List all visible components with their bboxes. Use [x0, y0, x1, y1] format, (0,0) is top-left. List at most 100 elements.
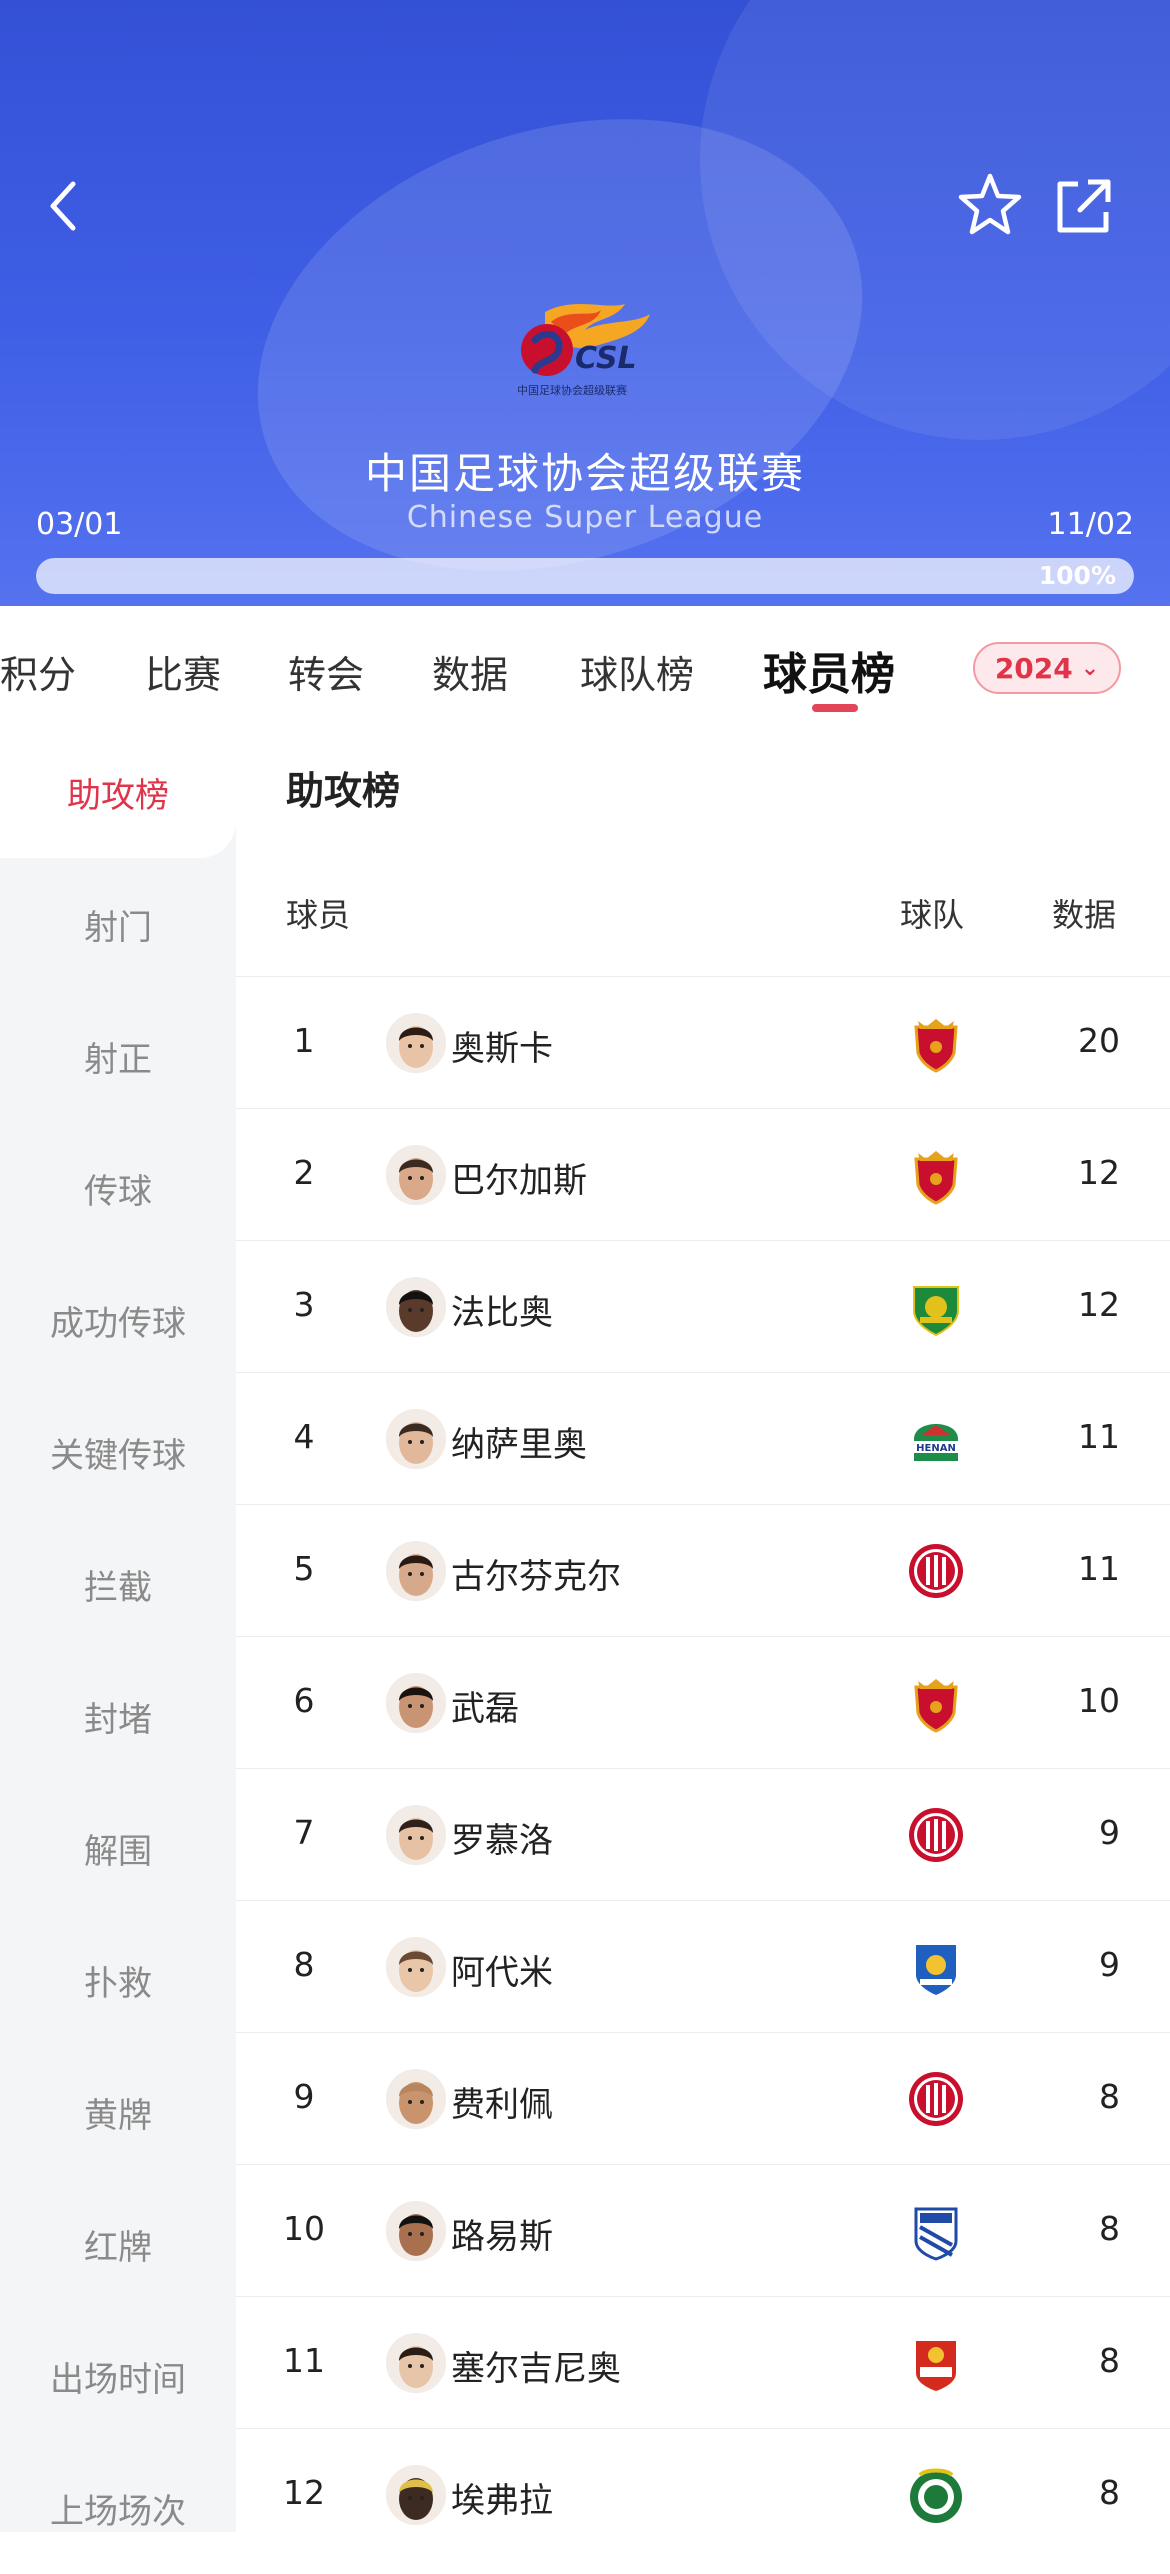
- stat-value: 8: [1099, 2473, 1120, 2512]
- season-label: 2024: [994, 651, 1073, 685]
- favorite-button[interactable]: [955, 170, 1025, 240]
- player-avatar: [386, 1409, 446, 1469]
- player-name[interactable]: 武磊: [451, 1681, 519, 1730]
- player-name[interactable]: 古尔芬克尔: [451, 1549, 621, 1598]
- player-name[interactable]: 费利佩: [451, 2077, 553, 2126]
- stat-value: 10: [1078, 1681, 1120, 1720]
- player-name[interactable]: 阿代米: [451, 1945, 553, 1994]
- sidebar-item-passes[interactable]: 传球: [0, 1122, 236, 1254]
- tab-stats[interactable]: 数据: [432, 644, 508, 699]
- table-row[interactable]: 9 费利佩 8: [236, 2032, 1170, 2165]
- svg-text:中国足球协会超级联赛: 中国足球协会超级联赛: [517, 383, 627, 397]
- tab-matches[interactable]: 比赛: [145, 644, 221, 699]
- tab-player-rankings[interactable]: 球员榜: [763, 638, 895, 702]
- player-name[interactable]: 纳萨里奥: [451, 1417, 587, 1466]
- stat-value: 9: [1099, 1945, 1120, 1984]
- column-header-data: 数据: [1052, 896, 1117, 934]
- table-row[interactable]: 11 塞尔吉尼奥 8: [236, 2296, 1170, 2429]
- star-icon: [958, 173, 1022, 235]
- season-progress-bar: 100%: [36, 558, 1134, 594]
- active-tab-indicator: [812, 704, 858, 712]
- stat-value: 12: [1078, 1153, 1120, 1192]
- table-row[interactable]: 5 古尔芬克尔 11: [236, 1504, 1170, 1637]
- chevron-left-icon: [50, 181, 76, 231]
- tab-standings[interactable]: 积分: [0, 644, 76, 699]
- player-avatar: [386, 2201, 446, 2261]
- league-title: 中国足球协会超级联赛: [364, 449, 805, 498]
- share-button[interactable]: [1052, 176, 1114, 238]
- chengdu-rongcheng-crest-icon[interactable]: [906, 1805, 966, 1865]
- stat-value: 8: [1099, 2209, 1120, 2248]
- player-name[interactable]: 塞尔吉尼奥: [451, 2341, 621, 2390]
- stat-value: 8: [1099, 2341, 1120, 2380]
- player-name[interactable]: 奥斯卡: [451, 1021, 553, 1070]
- player-rank: 11: [283, 2341, 325, 2380]
- table-row[interactable]: 3 法比奥 12: [236, 1240, 1170, 1373]
- tab-team-rankings[interactable]: 球队榜: [580, 644, 694, 699]
- beijing-guoan-crest-icon[interactable]: [906, 1277, 966, 1337]
- player-rank: 12: [283, 2473, 325, 2512]
- csl-logo: CSL 中国足球协会超级联赛: [505, 300, 665, 400]
- svg-text:HENAN: HENAN: [916, 1443, 956, 1454]
- chengdu-rongcheng-crest-icon[interactable]: [906, 1541, 966, 1601]
- player-name[interactable]: 路易斯: [451, 2209, 553, 2258]
- shanghai-port-crest-icon[interactable]: [906, 1013, 966, 1073]
- sidebar-item-successful-passes[interactable]: 成功传球: [0, 1254, 236, 1386]
- season-progress-label: 100%: [1038, 561, 1116, 590]
- section-title: 助攻榜: [286, 769, 401, 813]
- player-name[interactable]: 埃弗拉: [451, 2473, 553, 2522]
- sidebar-item-saves[interactable]: 扑救: [0, 1914, 236, 2046]
- player-avatar: [386, 1145, 446, 1205]
- table-row[interactable]: 4 纳萨里奥 HENAN 11: [236, 1372, 1170, 1505]
- sidebar-item-blocks[interactable]: 封堵: [0, 1650, 236, 1782]
- player-name[interactable]: 巴尔加斯: [451, 1153, 587, 1202]
- player-rank: 9: [293, 2077, 315, 2116]
- player-avatar: [386, 1277, 446, 1337]
- sidebar-item-interceptions[interactable]: 拦截: [0, 1518, 236, 1650]
- stat-value: 20: [1078, 1021, 1120, 1060]
- column-header-player: 球员: [286, 896, 351, 934]
- table-row[interactable]: 7 罗慕洛 9: [236, 1768, 1170, 1901]
- stat-value: 9: [1099, 1813, 1120, 1852]
- sidebar-item-clearances[interactable]: 解围: [0, 1782, 236, 1914]
- player-rank: 6: [293, 1681, 315, 1720]
- sidebar-item-red-cards[interactable]: 红牌: [0, 2178, 236, 2310]
- chengdu-rongcheng-crest-icon[interactable]: [906, 2069, 966, 2129]
- player-rank: 1: [293, 1021, 315, 1060]
- sidebar-item-yellow-cards[interactable]: 黄牌: [0, 2046, 236, 2178]
- table-row[interactable]: 10 路易斯 8: [236, 2164, 1170, 2297]
- season-selector[interactable]: 2024 ⌄: [973, 642, 1121, 694]
- table-row[interactable]: 6 武磊 10: [236, 1636, 1170, 1769]
- henan-crest-icon[interactable]: HENAN: [906, 1409, 966, 1469]
- tab-transfers[interactable]: 转会: [288, 644, 364, 699]
- table-row[interactable]: 8 阿代米 9: [236, 1900, 1170, 2033]
- sidebar-item-shots[interactable]: 射门: [0, 858, 236, 990]
- back-button[interactable]: [44, 176, 84, 236]
- player-rank: 4: [293, 1417, 315, 1456]
- shanghai-shenhua-crest-icon[interactable]: [906, 2201, 966, 2261]
- player-avatar: [386, 1673, 446, 1733]
- tianjin-crest-icon[interactable]: [906, 1937, 966, 1997]
- stat-value: 11: [1078, 1549, 1120, 1588]
- sidebar-item-shots-on-target[interactable]: 射正: [0, 990, 236, 1122]
- player-rank: 7: [293, 1813, 315, 1852]
- sidebar-item-key-passes[interactable]: 关键传球: [0, 1386, 236, 1518]
- league-header: CSL 中国足球协会超级联赛 中国足球协会超级联赛 Chinese Super …: [0, 0, 1170, 606]
- stat-value: 12: [1078, 1285, 1120, 1324]
- table-row[interactable]: 1 奥斯卡 20: [236, 976, 1170, 1109]
- shanghai-port-crest-icon[interactable]: [906, 1673, 966, 1733]
- player-name[interactable]: 罗慕洛: [451, 1813, 553, 1862]
- player-rank: 10: [283, 2209, 325, 2248]
- player-name[interactable]: 法比奥: [451, 1285, 553, 1334]
- sidebar-item-minutes-played[interactable]: 出场时间: [0, 2310, 236, 2442]
- table-row[interactable]: 12 埃弗拉 8: [236, 2428, 1170, 2561]
- sidebar-item-assists[interactable]: 助攻榜: [0, 726, 236, 858]
- share-icon: [1057, 179, 1111, 233]
- shanghai-port-crest-icon[interactable]: [906, 1145, 966, 1205]
- player-rank: 2: [293, 1153, 315, 1192]
- player-rank: 3: [293, 1285, 315, 1324]
- sidebar-item-appearances[interactable]: 上场场次: [0, 2442, 236, 2574]
- table-row[interactable]: 2 巴尔加斯 12: [236, 1108, 1170, 1241]
- changchun-yatai-crest-icon[interactable]: [906, 2333, 966, 2393]
- zhejiang-crest-icon[interactable]: [906, 2465, 966, 2525]
